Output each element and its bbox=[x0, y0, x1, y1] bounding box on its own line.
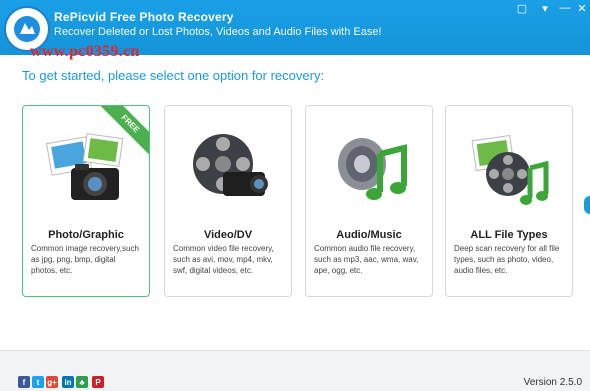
version-label: Version 2.5.0 bbox=[523, 377, 582, 388]
card-title: ALL File Types bbox=[470, 229, 548, 241]
pinterest-icon[interactable]: P bbox=[92, 376, 104, 388]
card-title: Video/DV bbox=[203, 229, 253, 241]
card-description: Common audio file recovery, such as mp3,… bbox=[314, 244, 419, 275]
card-title: Photo/Graphic bbox=[48, 229, 124, 241]
instruction-text: To get started, please select one option… bbox=[22, 68, 325, 83]
option-card-all-files[interactable]: ALL File Types Deep scan recovery for al… bbox=[445, 105, 573, 297]
share-icon[interactable]: ♣ bbox=[76, 376, 88, 388]
all-file-types-icon bbox=[471, 134, 549, 205]
google-plus-icon[interactable]: g+ bbox=[46, 376, 58, 388]
twitter-icon[interactable]: t bbox=[32, 376, 44, 388]
photo-camera-icon bbox=[45, 133, 124, 200]
facebook-icon[interactable]: f bbox=[18, 376, 30, 388]
option-card-video[interactable]: Video/DV Common video file recovery, suc… bbox=[164, 105, 292, 297]
feedback-icon[interactable]: ▢ bbox=[512, 0, 532, 16]
card-description: Common image recovery,such as jpg, png, … bbox=[31, 244, 139, 275]
film-reel-camcorder-icon bbox=[193, 134, 268, 196]
menu-dropdown-icon[interactable]: ▾ bbox=[535, 0, 555, 16]
option-card-photo[interactable]: FREE Photo/Graphic Common image recovery… bbox=[22, 105, 150, 297]
footer-bar bbox=[0, 350, 590, 391]
linkedin-icon[interactable]: in bbox=[62, 376, 74, 388]
card-title: Audio/Music bbox=[336, 229, 402, 241]
card-description: Common video file recovery, such as avi,… bbox=[173, 244, 274, 275]
app-title: RePicvid Free Photo Recovery bbox=[54, 10, 234, 24]
card-description: Deep scan recovery for all file types, s… bbox=[454, 244, 560, 275]
side-expand-tab[interactable] bbox=[584, 196, 590, 214]
close-icon[interactable]: ✕ bbox=[572, 0, 590, 16]
app-subtitle: Recover Deleted or Lost Photos, Videos a… bbox=[54, 26, 382, 38]
speaker-music-note-icon bbox=[338, 138, 407, 200]
watermark-text: www.pc0359.cn bbox=[30, 43, 140, 60]
option-card-audio[interactable]: Audio/Music Common audio file recovery, … bbox=[305, 105, 433, 297]
